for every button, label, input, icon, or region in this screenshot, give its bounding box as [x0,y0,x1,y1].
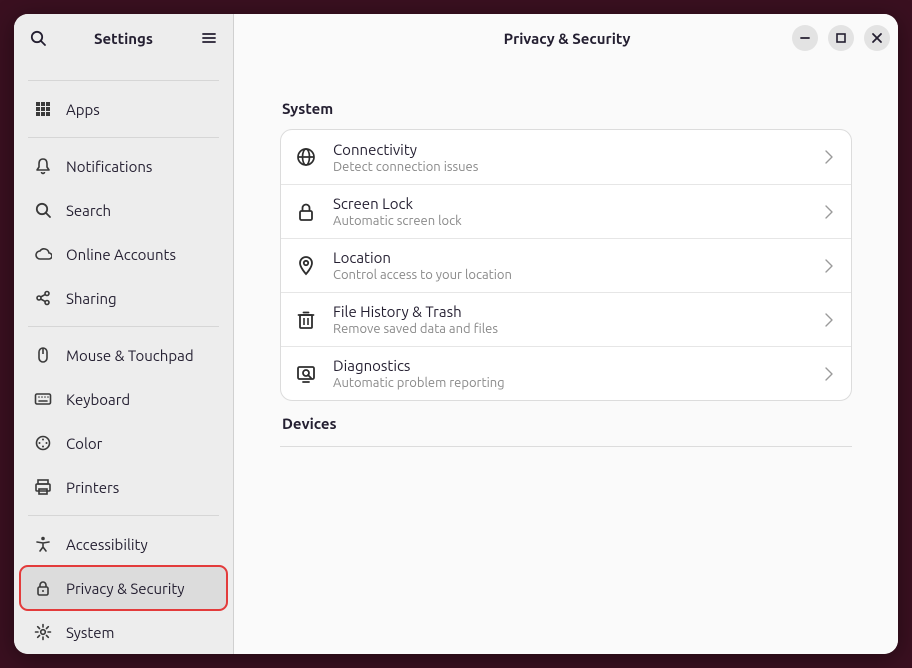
chevron-right-icon [821,203,835,221]
accessibility-icon [34,535,52,553]
lock-privacy-icon [34,579,52,597]
sidebar-item-label: Mouse & Touchpad [66,347,194,364]
maximize-icon [832,29,850,47]
sidebar-separator [28,326,219,327]
color-icon [34,434,52,452]
minimize-button[interactable] [792,25,818,51]
sidebar-item-label: System [66,624,115,641]
sidebar-item-label: Printers [66,479,119,496]
row-title: File History & Trash [333,303,805,320]
minimize-icon [796,29,814,47]
sidebar-list[interactable]: Ubuntu Desktop Apps Notifications Search [14,62,233,654]
settings-window: Settings Ubuntu Desktop Apps Notificatio… [14,14,898,654]
bell-icon [34,157,52,175]
sidebar-item-privacy-security[interactable]: Privacy & Security [20,566,227,610]
sidebar-item-label: Search [66,202,111,219]
row-subtitle: Remove saved data and files [333,322,805,336]
sidebar-item-notifications[interactable]: Notifications [20,144,227,188]
gear-icon [34,623,52,641]
page-title: Privacy & Security [342,30,792,47]
section-title-system: System [282,100,852,117]
chevron-right-icon [821,148,835,166]
mouse-icon [34,346,52,364]
sidebar-item-accessibility[interactable]: Accessibility [20,522,227,566]
sidebar-item-label: Accessibility [66,536,148,553]
sidebar-search-button[interactable] [20,20,56,56]
main-content[interactable]: System Connectivity Detect connection is… [234,62,898,654]
pin-icon [295,255,317,277]
close-icon [868,29,886,47]
sidebar-item-keyboard[interactable]: Keyboard [20,377,227,421]
cloud-icon [34,245,52,263]
sidebar-title: Settings [56,30,191,47]
sidebar-separator [28,515,219,516]
row-screen-lock[interactable]: Screen Lock Automatic screen lock [281,184,851,238]
share-icon [34,289,52,307]
sidebar-menu-button[interactable] [191,20,227,56]
diagnostics-icon [295,363,317,385]
section-separator [280,446,852,447]
printer-icon [34,478,52,496]
chevron-right-icon [821,257,835,275]
sidebar-separator [28,80,219,81]
row-file-history-trash[interactable]: File History & Trash Remove saved data a… [281,292,851,346]
sidebar-item-mouse-touchpad[interactable]: Mouse & Touchpad [20,333,227,377]
sidebar-item-online-accounts[interactable]: Online Accounts [20,232,227,276]
row-connectivity[interactable]: Connectivity Detect connection issues [281,130,851,184]
settings-group-system: Connectivity Detect connection issues Sc… [280,129,852,401]
main-panel: Privacy & Security System Connectivity D… [234,14,898,654]
sidebar-item-label: Keyboard [66,391,130,408]
maximize-button[interactable] [828,25,854,51]
row-subtitle: Automatic screen lock [333,214,805,228]
sidebar-item-system[interactable]: System [20,610,227,654]
trash-icon [295,309,317,331]
sidebar-item-label: Sharing [66,290,117,307]
sidebar-separator [28,137,219,138]
sidebar-item-label: Apps [66,101,100,118]
globe-icon [295,146,317,168]
sidebar-item-apps[interactable]: Apps [20,87,227,131]
sidebar-item-label: Color [66,435,102,452]
main-header: Privacy & Security [234,14,898,62]
row-location[interactable]: Location Control access to your location [281,238,851,292]
sidebar-item-label: Privacy & Security [66,580,185,597]
row-subtitle: Automatic problem reporting [333,376,805,390]
row-title: Diagnostics [333,357,805,374]
chevron-right-icon [821,365,835,383]
lock-icon [295,201,317,223]
search-icon [34,201,52,219]
row-title: Screen Lock [333,195,805,212]
window-controls [792,25,890,51]
sidebar-item-ubuntu-desktop[interactable]: Ubuntu Desktop [20,62,227,74]
hamburger-icon [200,29,218,47]
row-title: Connectivity [333,141,805,158]
sidebar-item-search[interactable]: Search [20,188,227,232]
sidebar-header: Settings [14,14,233,62]
sidebar-item-label: Online Accounts [66,246,176,263]
row-subtitle: Control access to your location [333,268,805,282]
sidebar: Settings Ubuntu Desktop Apps Notificatio… [14,14,234,654]
grid-icon [34,100,52,118]
search-icon [29,29,47,47]
row-subtitle: Detect connection issues [333,160,805,174]
chevron-right-icon [821,311,835,329]
sidebar-item-color[interactable]: Color [20,421,227,465]
row-diagnostics[interactable]: Diagnostics Automatic problem reporting [281,346,851,400]
close-button[interactable] [864,25,890,51]
sidebar-item-printers[interactable]: Printers [20,465,227,509]
sidebar-item-sharing[interactable]: Sharing [20,276,227,320]
section-title-devices: Devices [282,415,852,432]
row-title: Location [333,249,805,266]
sidebar-item-label: Notifications [66,158,152,175]
keyboard-icon [34,390,52,408]
